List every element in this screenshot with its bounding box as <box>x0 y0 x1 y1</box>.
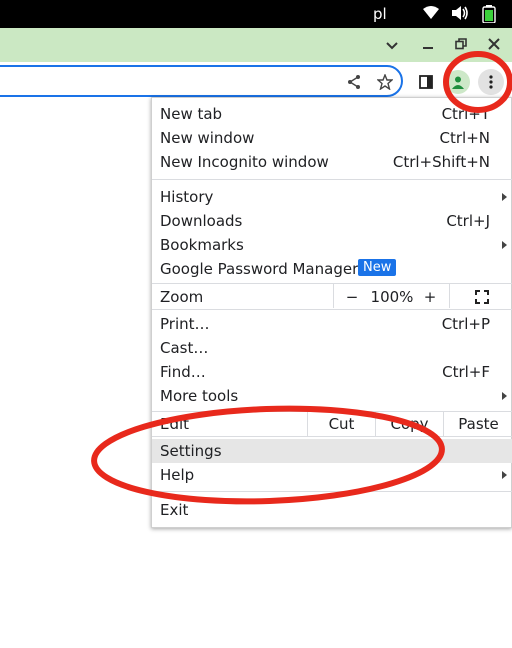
menu-item-label: Cast… <box>160 339 209 357</box>
menu-item-shortcut: Ctrl+F <box>442 363 490 381</box>
chrome-main-menu: New tab Ctrl+T New window Ctrl+N New Inc… <box>151 97 512 528</box>
os-top-bar: pl <box>0 0 512 28</box>
submenu-arrow-icon <box>502 392 507 400</box>
menu-item-label: More tools <box>160 387 239 405</box>
menu-item-shortcut: Ctrl+P <box>441 315 490 333</box>
zoom-level-value: 100% <box>370 288 414 306</box>
wifi-icon[interactable] <box>422 5 440 26</box>
menu-item-label: Find… <box>160 363 206 381</box>
more-menu-icon[interactable] <box>478 69 504 95</box>
tab-strip <box>0 28 512 62</box>
menu-item-history[interactable]: History <box>152 185 512 209</box>
menu-item-label: Zoom <box>160 288 204 306</box>
submenu-arrow-icon <box>502 471 507 479</box>
menu-item-bookmarks[interactable]: Bookmarks <box>152 233 512 257</box>
browser-toolbar <box>0 62 512 102</box>
menu-item-label: Bookmarks <box>160 236 244 254</box>
menu-item-exit[interactable]: Exit <box>152 498 512 522</box>
fullscreen-icon[interactable] <box>450 285 512 309</box>
new-badge: New <box>358 259 397 276</box>
menu-divider <box>152 436 512 437</box>
menu-divider <box>152 179 512 180</box>
minimize-icon[interactable] <box>417 34 439 56</box>
menu-item-label: New tab <box>160 105 223 123</box>
menu-divider <box>152 491 512 492</box>
menu-item-password-manager[interactable]: Google Password Manager New <box>152 257 512 281</box>
zoom-in-button[interactable]: + <box>414 285 446 309</box>
menu-item-zoom: Zoom − 100% + <box>152 284 512 308</box>
menu-divider <box>152 309 512 310</box>
menu-item-label: Settings <box>160 442 222 460</box>
tab-search-icon[interactable] <box>381 34 403 56</box>
submenu-arrow-icon <box>502 241 507 249</box>
menu-item-print[interactable]: Print… Ctrl+P <box>152 312 512 336</box>
menu-item-new-tab[interactable]: New tab Ctrl+T <box>152 102 512 126</box>
profile-icon[interactable] <box>446 70 470 94</box>
menu-item-new-incognito-window[interactable]: New Incognito window Ctrl+Shift+N <box>152 150 512 174</box>
side-panel-icon[interactable] <box>415 71 437 93</box>
zoom-out-button[interactable]: − <box>334 285 370 309</box>
menu-item-shortcut: Ctrl+N <box>439 129 490 147</box>
menu-item-label: Google Password Manager <box>160 260 359 278</box>
menu-item-edit: Edit Cut Copy Paste <box>152 412 512 436</box>
copy-button[interactable]: Copy <box>376 412 443 436</box>
keyboard-language-indicator[interactable]: pl <box>373 5 387 23</box>
menu-item-label: Print… <box>160 315 210 333</box>
volume-icon[interactable] <box>451 5 469 26</box>
menu-item-label: New window <box>160 129 255 147</box>
battery-icon[interactable] <box>482 5 496 28</box>
menu-item-find[interactable]: Find… Ctrl+F <box>152 360 512 384</box>
menu-item-shortcut: Ctrl+Shift+N <box>392 153 490 171</box>
menu-item-label: Edit <box>160 415 190 433</box>
menu-item-cast[interactable]: Cast… <box>152 336 512 360</box>
restore-icon[interactable] <box>450 34 472 56</box>
share-icon[interactable] <box>343 71 365 93</box>
cut-button[interactable]: Cut <box>308 412 375 436</box>
menu-item-more-tools[interactable]: More tools <box>152 384 512 408</box>
menu-item-label: Exit <box>160 501 189 519</box>
menu-item-shortcut: Ctrl+T <box>441 105 490 123</box>
menu-item-shortcut: Ctrl+J <box>446 212 490 230</box>
submenu-arrow-icon <box>502 193 507 201</box>
close-icon[interactable] <box>483 34 505 56</box>
bookmark-star-icon[interactable] <box>374 71 396 93</box>
menu-item-label: History <box>160 188 214 206</box>
menu-item-downloads[interactable]: Downloads Ctrl+J <box>152 209 512 233</box>
menu-item-label: Help <box>160 466 195 484</box>
menu-item-label: Downloads <box>160 212 243 230</box>
menu-item-help[interactable]: Help <box>152 463 512 487</box>
paste-button[interactable]: Paste <box>444 412 512 436</box>
menu-item-label: New Incognito window <box>160 153 329 171</box>
menu-item-settings[interactable]: Settings <box>152 439 512 463</box>
menu-item-new-window[interactable]: New window Ctrl+N <box>152 126 512 150</box>
